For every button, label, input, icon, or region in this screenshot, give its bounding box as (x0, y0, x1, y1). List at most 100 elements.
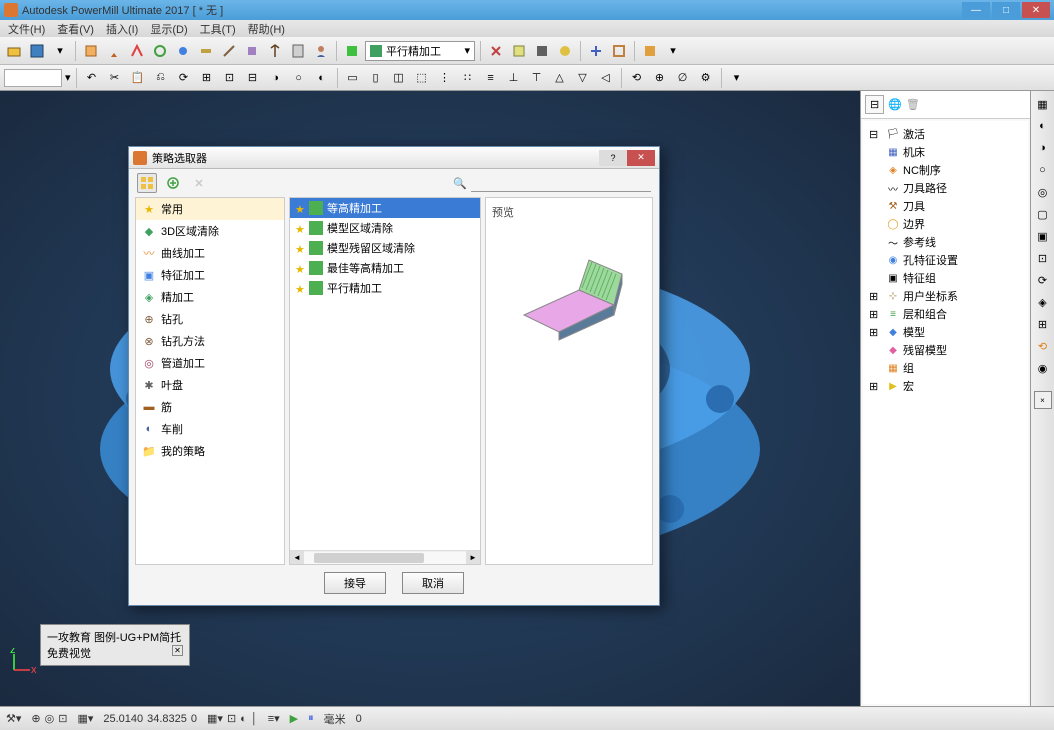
tab-tree-icon[interactable]: ⊟ (865, 95, 884, 114)
avatar-icon[interactable] (311, 41, 331, 61)
category-port[interactable]: ◎管道加工 (136, 352, 284, 374)
search-input[interactable] (471, 174, 651, 192)
open-icon[interactable] (4, 41, 24, 61)
category-drill-methods[interactable]: ⊗钻孔方法 (136, 330, 284, 352)
limit-icon[interactable] (609, 41, 629, 61)
scroll-left-icon[interactable]: ◄ (290, 551, 304, 565)
delete-icon[interactable] (486, 41, 506, 61)
measure-icon[interactable] (219, 41, 239, 61)
tree-item-boundaries[interactable]: ◯边界 (867, 215, 1024, 233)
dialog-close-button[interactable]: ✕ (627, 150, 655, 166)
category-feature[interactable]: ▣特征加工 (136, 264, 284, 286)
status-icon-4[interactable]: ▦▾ (207, 712, 223, 725)
rt-icon-7[interactable]: ▣ (1034, 227, 1052, 245)
feedrate-icon[interactable] (196, 41, 216, 61)
simulate-icon[interactable] (532, 41, 552, 61)
tree-item-workplanes[interactable]: ⊞⊹用户坐标系 (867, 287, 1024, 305)
category-list[interactable]: ★常用 ◆3D区域清除 〰曲线加工 ▣特征加工 ◈精加工 ⊕钻孔 ⊗钻孔方法 ◎… (135, 197, 285, 565)
category-finishing[interactable]: ◈精加工 (136, 286, 284, 308)
dropdown-icon[interactable]: ▾ (663, 41, 683, 61)
dialog-titlebar[interactable]: 策略选取器 ? ✕ (129, 147, 659, 169)
thumb-view-icon[interactable] (137, 173, 157, 193)
strategy-constant-z[interactable]: ★等高精加工 (290, 198, 480, 218)
rt-icon-6[interactable]: ▢ (1034, 205, 1052, 223)
tb2-icon-2[interactable]: ✂ (105, 68, 125, 88)
box-icon[interactable] (640, 41, 660, 61)
tree-item-featuresets[interactable]: ◉孔特征设置 (867, 251, 1024, 269)
menu-display[interactable]: 显示(D) (146, 21, 191, 37)
status-grid-icon[interactable]: ▦▾ (77, 712, 93, 725)
ncprog-icon[interactable] (509, 41, 529, 61)
scroll-right-icon[interactable]: ► (466, 551, 480, 565)
startpt-icon[interactable] (173, 41, 193, 61)
view-icon-3[interactable]: ◫ (389, 68, 409, 88)
strategy-model-area-clear[interactable]: ★模型区域清除 (290, 218, 480, 238)
menu-tools[interactable]: 工具(T) (196, 21, 240, 37)
strategy-optimized-constant-z[interactable]: ★最佳等高精加工 (290, 258, 480, 278)
block-icon[interactable] (81, 41, 101, 61)
tree-item-machine[interactable]: ▦机床 (867, 143, 1024, 161)
status-layers[interactable]: ≡▾ (268, 712, 280, 725)
transform-icon[interactable] (586, 41, 606, 61)
thickness-icon[interactable] (242, 41, 262, 61)
minimize-button[interactable]: — (962, 2, 990, 18)
rt-icon-10[interactable]: ◈ (1034, 293, 1052, 311)
rt-icon-13[interactable]: ◉ (1034, 359, 1052, 377)
tree-item-tools[interactable]: ⚒刀具 (867, 197, 1024, 215)
maximize-button[interactable]: □ (992, 2, 1020, 18)
strategy-model-rest-clear[interactable]: ★模型残留区域清除 (290, 238, 480, 258)
view-icon-9[interactable]: ⊤ (527, 68, 547, 88)
rt-icon-3[interactable]: ◑ (1034, 139, 1052, 157)
rt-collapse-icon[interactable]: × (1034, 391, 1052, 409)
view-icon-14[interactable]: ⊕ (650, 68, 670, 88)
tb2-icon-5[interactable]: ⟳ (174, 68, 194, 88)
view-icon-1[interactable]: ▭ (343, 68, 363, 88)
view-icon-2[interactable]: ▯ (366, 68, 386, 88)
status-play[interactable]: ▶ (290, 712, 298, 725)
rt-icon-12[interactable]: ⟲ (1034, 337, 1052, 355)
view-icon-8[interactable]: ⊥ (504, 68, 524, 88)
tree-item-active[interactable]: ⊟🏳激活 (867, 125, 1024, 143)
save-icon[interactable] (27, 41, 47, 61)
status-pause[interactable]: ⏸ (308, 712, 314, 725)
view-icon-4[interactable]: ⬚ (412, 68, 432, 88)
toolaxis-icon[interactable] (265, 41, 285, 61)
view-icon-5[interactable]: ⋮ (435, 68, 455, 88)
dropdown-icon[interactable]: ▾ (65, 71, 71, 84)
rt-icon-8[interactable]: ⊡ (1034, 249, 1052, 267)
menu-help[interactable]: 帮助(H) (244, 21, 289, 37)
menu-view[interactable]: 查看(V) (53, 21, 98, 37)
tb2-icon-8[interactable]: ⊟ (243, 68, 263, 88)
cancel-button[interactable]: 取消 (402, 572, 464, 594)
tree-item-stockmodels[interactable]: ◆残留模型 (867, 341, 1024, 359)
rt-icon-11[interactable]: ⊞ (1034, 315, 1052, 333)
view-icon-6[interactable]: ∷ (458, 68, 478, 88)
category-blisk[interactable]: ✱叶盘 (136, 374, 284, 396)
view-icon-12[interactable]: ◁ (596, 68, 616, 88)
rt-icon-1[interactable]: ▦ (1034, 95, 1052, 113)
status-icon-1[interactable]: ⊕ (31, 712, 40, 725)
tb2-icon-4[interactable]: ⎌ (151, 68, 171, 88)
strategy-raster[interactable]: ★平行精加工 (290, 278, 480, 298)
tb2-icon-10[interactable]: ○ (289, 68, 309, 88)
tree-item-macros[interactable]: ⊞▶宏 (867, 377, 1024, 395)
tree-item-models[interactable]: ⊞◆模型 (867, 323, 1024, 341)
view-icon-16[interactable]: ⚙ (696, 68, 716, 88)
menu-file[interactable]: 文件(H) (4, 21, 49, 37)
tb2-icon-6[interactable]: ⊞ (197, 68, 217, 88)
status-icon-3[interactable]: ⊡ (58, 712, 67, 725)
rt-icon-9[interactable]: ⟳ (1034, 271, 1052, 289)
tree-item-featuregroups[interactable]: ▣特征组 (867, 269, 1024, 287)
strategy-icon[interactable] (342, 41, 362, 61)
calculator-icon[interactable] (288, 41, 308, 61)
view-icon-7[interactable]: ≡ (481, 68, 501, 88)
category-favorites[interactable]: ★常用 (136, 198, 284, 220)
rt-icon-4[interactable]: ○ (1034, 161, 1052, 179)
rt-icon-2[interactable]: ◐ (1034, 117, 1052, 135)
category-turning[interactable]: ◐车削 (136, 418, 284, 440)
tab-world-icon[interactable]: 🌐 (888, 98, 902, 111)
category-my[interactable]: 📁我的策略 (136, 440, 284, 462)
verify-icon[interactable] (555, 41, 575, 61)
status-icon-5[interactable]: ⊡ (227, 712, 236, 725)
ok-button[interactable]: 接导 (324, 572, 386, 594)
